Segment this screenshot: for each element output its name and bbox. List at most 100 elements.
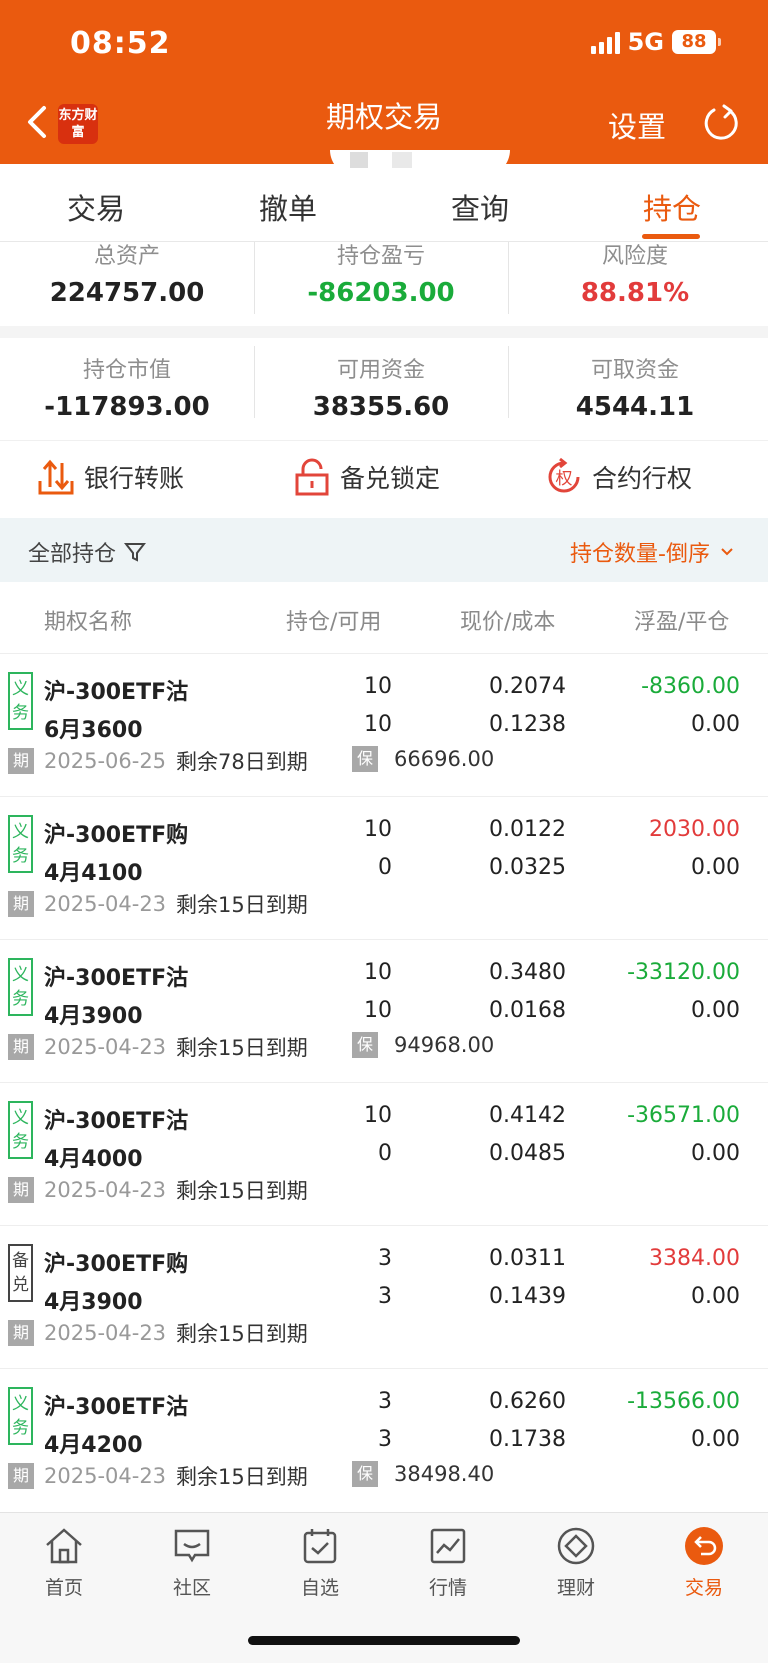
withdrawable-funds: 可取资金 4544.11 [508, 352, 762, 422]
expiry-info: 期 2025-04-23 剩余15日到期 [8, 889, 308, 919]
app-header: 08:52 5G 88 东方财富 期权交易 设置 [0, 0, 768, 176]
current-price: 0.3480 [489, 960, 566, 985]
days-remaining: 剩余15日到期 [176, 1322, 308, 1346]
filter-bar: 全部持仓 持仓数量-倒序 [0, 518, 768, 582]
position-qty: 3 [378, 1389, 392, 1414]
position-row[interactable]: 义务 沪-300ETF沽 4月4200 3 3 0.6260 0.1738 -13566.00… [0, 1369, 768, 1512]
chevron-down-icon [721, 548, 733, 556]
expiry-date: 2025-04-23 [44, 1321, 167, 1345]
cost-price: 0.0325 [489, 855, 566, 880]
floating-pl: -36571.00 [627, 1103, 740, 1128]
position-row[interactable]: 义务 沪-300ETF沽 4月4000 10 0 0.4142 0.0485 -36571.0… [0, 1083, 768, 1226]
option-name: 沪-300ETF沽 [44, 1109, 189, 1134]
settings-button[interactable]: 设置 [608, 104, 666, 146]
nav-trade[interactable]: 交易 [640, 1525, 768, 1600]
expiry-date: 2025-04-23 [44, 1464, 167, 1488]
position-type-badge: 备兑 [8, 1244, 33, 1302]
section-separator [0, 326, 768, 338]
expiry-date: 2025-04-23 [44, 892, 167, 916]
exercise-button[interactable]: 权 合约行权 [544, 457, 692, 497]
col-qty: 持仓/可用 [286, 610, 382, 635]
expiry-tag: 期 [8, 1034, 34, 1060]
margin-value: 94968.00 [394, 1033, 495, 1057]
risk-ratio: 风险度 88.81% [508, 238, 762, 308]
available-qty: 0 [378, 1141, 392, 1166]
option-month-strike: 4月4200 [44, 1433, 143, 1458]
network-type: 5G [627, 28, 664, 56]
expiry-info: 期 2025-04-23 剩余15日到期 [8, 1032, 308, 1062]
expiry-info: 期 2025-04-23 剩余15日到期 [8, 1175, 308, 1205]
margin-value: 38498.40 [394, 1462, 495, 1486]
position-filter[interactable]: 全部持仓 [28, 536, 147, 568]
nav-community[interactable]: 社区 [128, 1525, 256, 1600]
expiry-tag: 期 [8, 748, 34, 774]
lock-icon [295, 458, 329, 496]
market-value: 持仓市值 -117893.00 [0, 352, 254, 422]
stat-value: 224757.00 [49, 278, 205, 308]
available-qty: 10 [364, 998, 392, 1023]
position-row[interactable]: 义务 沪-300ETF沽 6月3600 10 10 0.2074 0.1238 -8360.0… [0, 654, 768, 797]
position-type-badge: 义务 [8, 815, 33, 873]
available-qty: 3 [378, 1427, 392, 1452]
option-month-strike: 4月4000 [44, 1147, 143, 1172]
current-price: 0.6260 [489, 1389, 566, 1414]
expiry-info: 期 2025-04-23 剩余15日到期 [8, 1461, 308, 1491]
stat-label: 风险度 [601, 244, 668, 269]
stat-label: 可取资金 [590, 358, 679, 383]
closed-pl: 0.00 [691, 998, 740, 1023]
available-funds: 可用资金 38355.60 [254, 352, 508, 422]
status-indicators: 5G 88 [590, 28, 721, 56]
option-month-strike: 4月3900 [44, 1004, 143, 1029]
margin-info: 保 94968.00 [352, 1032, 494, 1058]
position-row[interactable]: 义务 沪-300ETF沽 4月3900 10 10 0.3480 0.0168 -33120.… [0, 940, 768, 1083]
tab-query[interactable]: 查询 [384, 186, 576, 228]
option-name: 沪-300ETF购 [44, 823, 189, 848]
current-price: 0.4142 [489, 1103, 566, 1128]
nav-label: 社区 [172, 1577, 211, 1599]
bank-transfer-button[interactable]: 银行转账 [36, 457, 184, 497]
closed-pl: 0.00 [691, 1141, 740, 1166]
position-pl: 持仓盈亏 -86203.00 [254, 238, 508, 308]
col-name: 期权名称 [44, 610, 133, 635]
cost-price: 0.1738 [489, 1427, 566, 1452]
refresh-icon[interactable] [700, 103, 742, 145]
sort-label: 持仓数量-倒序 [570, 542, 710, 567]
nav-home[interactable]: 首页 [0, 1525, 128, 1600]
cost-price: 0.1238 [489, 712, 566, 737]
home-icon [46, 1528, 82, 1564]
cost-price: 0.0168 [489, 998, 566, 1023]
option-name: 沪-300ETF购 [44, 1252, 189, 1277]
nav-label: 交易 [684, 1577, 723, 1599]
col-pl: 浮盈/平仓 [634, 610, 730, 635]
expiry-tag: 期 [8, 1463, 34, 1489]
community-icon [174, 1529, 210, 1563]
sort-selector[interactable]: 持仓数量-倒序 [570, 536, 736, 568]
floating-pl: -13566.00 [627, 1389, 740, 1414]
tab-bar: 交易 撤单 查询 持仓 [0, 168, 768, 242]
filter-label: 全部持仓 [28, 542, 117, 567]
signal-icon [590, 30, 620, 54]
stat-value: 38355.60 [312, 392, 450, 422]
position-row[interactable]: 备兑 沪-300ETF购 4月3900 3 3 0.0311 0.1439 3384.00 0.… [0, 1226, 768, 1369]
tab-trade[interactable]: 交易 [0, 186, 192, 228]
cover-lock-button[interactable]: 备兑锁定 [292, 457, 440, 497]
positions-list: 义务 沪-300ETF沽 6月3600 10 10 0.2074 0.1238 -8360.0… [0, 654, 768, 1512]
action-label: 备兑锁定 [340, 464, 441, 493]
nav-market[interactable]: 行情 [384, 1525, 512, 1600]
stat-label: 持仓盈亏 [336, 244, 425, 269]
nav-label: 首页 [44, 1577, 83, 1599]
option-name: 沪-300ETF沽 [44, 680, 189, 705]
svg-text:权: 权 [556, 469, 573, 489]
option-month-strike: 4月4100 [44, 861, 143, 886]
nav-wealth[interactable]: 理财 [512, 1525, 640, 1600]
nav-watchlist[interactable]: 自选 [256, 1525, 384, 1600]
position-qty: 10 [364, 1103, 392, 1128]
nav-label: 理财 [556, 1577, 595, 1599]
position-row[interactable]: 义务 沪-300ETF购 4月4100 10 0 0.0122 0.0325 2030.00 0… [0, 797, 768, 940]
current-price: 0.0311 [489, 1246, 566, 1271]
available-qty: 0 [378, 855, 392, 880]
watchlist-icon [303, 1529, 337, 1564]
tab-cancel[interactable]: 撤单 [192, 186, 384, 228]
tab-positions[interactable]: 持仓 [576, 186, 768, 228]
current-price: 0.2074 [489, 674, 566, 699]
